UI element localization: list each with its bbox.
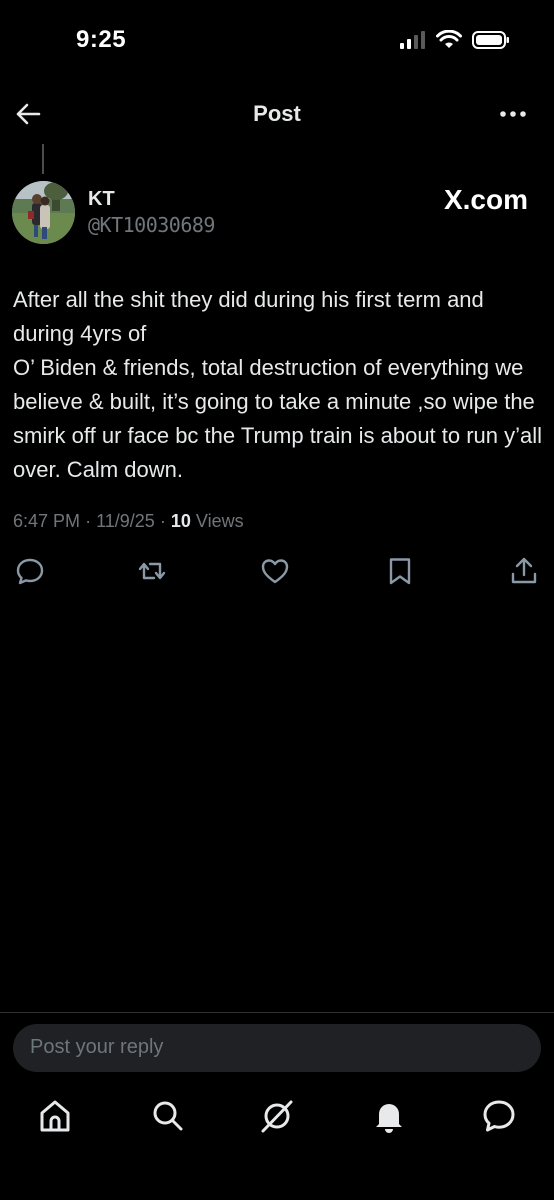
more-horizontal-icon[interactable] [498, 102, 528, 126]
views-label: Views [195, 511, 244, 531]
author-name[interactable]: KT [88, 188, 115, 211]
bookmark-icon[interactable] [385, 556, 415, 586]
post-time: 6:47 PM [13, 511, 81, 531]
post-date: 11/9/25 [96, 511, 155, 531]
page-title: Post [253, 101, 301, 126]
divider [0, 1012, 554, 1013]
status-icons [400, 30, 510, 50]
like-icon[interactable] [260, 556, 290, 586]
post-meta: 6:47 PM · 11/9/25 · 10 Views [13, 511, 244, 532]
meta-separator: · [159, 511, 166, 531]
avatar[interactable] [12, 181, 75, 244]
thread-connector-line [42, 144, 44, 174]
wifi-icon [436, 30, 462, 48]
meta-separator: · [85, 511, 92, 531]
views-count: 10 [170, 511, 191, 531]
status-time: 9:25 [76, 26, 127, 53]
brand-watermark: X.com [443, 184, 528, 215]
author-handle[interactable]: @KT10030689 [88, 213, 215, 237]
reply-icon[interactable] [15, 556, 45, 586]
messages-icon[interactable] [482, 1098, 516, 1134]
battery-icon [472, 31, 509, 49]
notifications-icon[interactable] [372, 1098, 406, 1134]
reply-placeholder[interactable]: Post your reply [30, 1036, 163, 1059]
search-icon[interactable] [150, 1098, 184, 1134]
share-icon[interactable] [509, 556, 539, 586]
home-icon[interactable] [38, 1098, 72, 1134]
repost-icon[interactable] [137, 556, 167, 586]
grok-icon[interactable] [260, 1098, 294, 1134]
post-text: After all the shit they did during his f… [13, 287, 543, 482]
signal-icon [400, 31, 425, 49]
